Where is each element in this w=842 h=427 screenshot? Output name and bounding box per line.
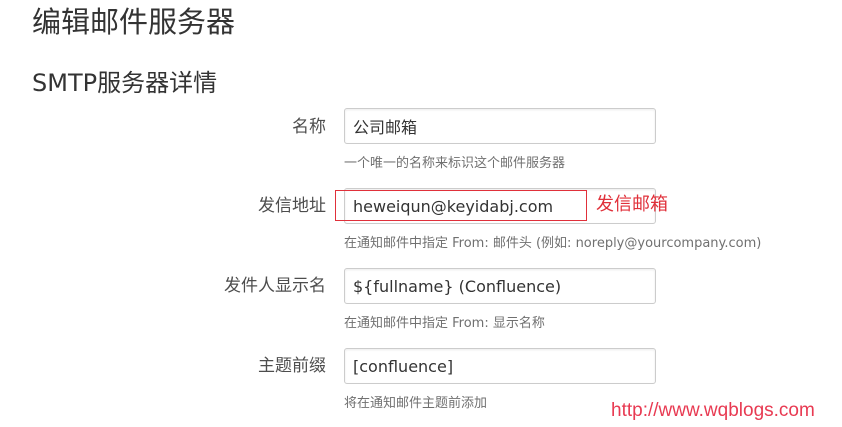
from-name-label: 发件人显示名 xyxy=(224,276,326,296)
name-description: 一个唯一的名称来标识这个邮件服务器 xyxy=(344,156,566,171)
from-address-label: 发信地址 xyxy=(258,196,326,216)
subject-prefix-input[interactable] xyxy=(344,348,656,384)
name-label: 名称 xyxy=(292,117,326,137)
name-input[interactable] xyxy=(344,108,656,144)
annotation-label: 发信邮箱 xyxy=(596,194,668,215)
from-address-description: 在通知邮件中指定 From: 邮件头 (例如: noreply@yourcomp… xyxy=(344,236,762,251)
page-title: 编辑邮件服务器 xyxy=(32,5,236,39)
watermark: http://www.wqblogs.com xyxy=(611,400,815,421)
subject-prefix-description: 将在通知邮件主题前添加 xyxy=(344,396,488,411)
from-name-description: 在通知邮件中指定 From: 显示名称 xyxy=(344,316,545,331)
subject-prefix-label: 主题前缀 xyxy=(258,356,326,376)
section-title: SMTP服务器详情 xyxy=(32,69,218,97)
from-name-input[interactable] xyxy=(344,268,656,304)
